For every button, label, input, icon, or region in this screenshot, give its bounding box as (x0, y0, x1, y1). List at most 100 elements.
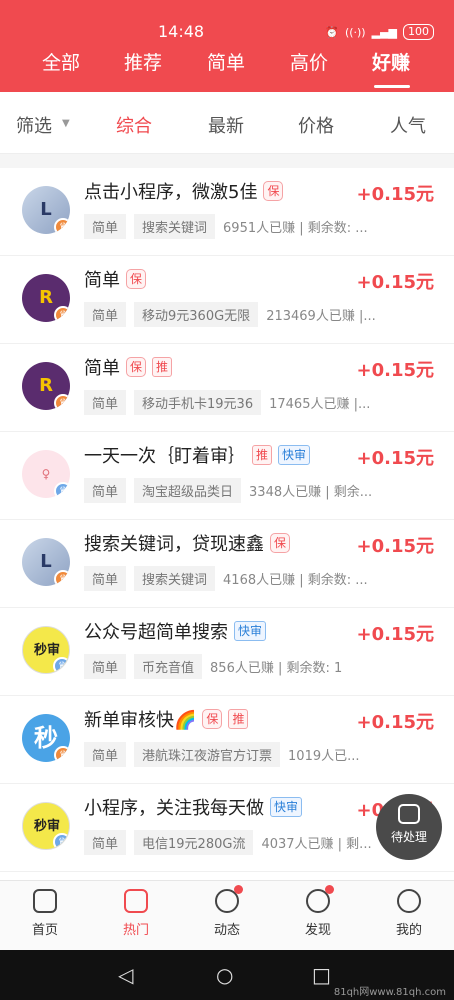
compass-icon (306, 885, 334, 913)
guarantee-badge: 保 (126, 357, 147, 377)
broadcast-icon (215, 885, 243, 913)
keyword-tag: 电信19元280G流 (134, 830, 254, 855)
recommend-badge: 推 (152, 357, 173, 377)
task-title: 简单 (84, 270, 120, 291)
recommend-badge: 推 (228, 709, 249, 729)
nav-hot[interactable]: 热门 (106, 889, 166, 938)
tab-high-price[interactable]: 高价 (290, 48, 328, 75)
task-title: 新单审核快🌈 (84, 710, 197, 731)
crown-icon: ♛ (54, 306, 70, 322)
sort-comprehensive[interactable]: 综合 (116, 112, 152, 138)
sort-popular[interactable]: 人气 (390, 112, 426, 138)
filter-button[interactable]: 筛选 (16, 112, 52, 138)
task-price: +0.15元 (356, 448, 435, 469)
task-price: +0.15元 (356, 536, 435, 557)
pending-button[interactable]: 待处理 (376, 794, 442, 860)
home-circle-icon[interactable]: ○ (216, 963, 233, 987)
task-price: +0.15元 (356, 184, 435, 205)
nav-home[interactable]: 首页 (15, 889, 75, 938)
avatar: R ♛ (22, 362, 70, 410)
task-price: +0.15元 (356, 360, 435, 381)
task-title: 简单 (84, 358, 120, 379)
caret-down-icon: ▼ (62, 118, 70, 129)
keyword-tag: 搜索关键词 (134, 566, 216, 591)
battery-indicator: 100 (403, 24, 434, 40)
task-meta: 6951人已赚 | 剩余数: ... (223, 221, 368, 236)
sort-price[interactable]: 价格 (298, 112, 334, 138)
pending-label: 待处理 (390, 830, 427, 844)
keyword-tag: 移动手机卡19元36 (134, 390, 262, 415)
task-title: 小程序，关注我每天做 (84, 798, 264, 819)
category-tag: 简单 (84, 742, 127, 767)
quick-review-badge: 快审 (270, 797, 303, 817)
tab-recommend[interactable]: 推荐 (124, 48, 162, 75)
avatar: L ♛ (22, 538, 70, 586)
back-icon[interactable]: ◁ (118, 963, 133, 987)
pending-icon (398, 804, 420, 824)
task-price: +0.15元 (356, 712, 435, 733)
avatar: R ♛ (22, 274, 70, 322)
keyword-tag: 移动9元360G无限 (134, 302, 259, 327)
home-icon (33, 889, 57, 913)
nav-dynamic[interactable]: 动态 (197, 885, 257, 938)
app-header: 14:48 ⏰ ((·)) ▂▄▆ 100 全部 推荐 简单 高价 好赚 (0, 0, 454, 92)
task-meta: 3348人已赚 | 剩余... (249, 485, 373, 500)
tab-all[interactable]: 全部 (42, 48, 80, 75)
alarm-icon: ⏰ (325, 25, 339, 39)
category-tag: 简单 (84, 390, 127, 415)
crown-icon: ♛ (54, 218, 70, 234)
keyword-tag: 淘宝超级品类日 (134, 478, 242, 503)
crown-icon: ♛ (54, 394, 70, 410)
category-tag: 简单 (84, 302, 127, 327)
status-time: 14:48 (158, 22, 205, 41)
avatar: 秒审 ♛ (22, 626, 70, 674)
category-tag: 简单 (84, 654, 127, 679)
task-item[interactable]: L ♛ 点击小程序，微激5佳保 +0.15元 简单 搜索关键词 6951人已赚 | 剩… (0, 168, 454, 256)
recommend-badge: 推 (252, 445, 273, 465)
crown-icon: ♛ (54, 482, 70, 498)
nav-profile[interactable]: 我的 (379, 889, 439, 938)
keyword-tag: 币充音值 (134, 654, 203, 679)
task-item[interactable]: R ♛ 简单保 +0.15元 简单 移动9元360G无限 213469人已赚 |... (0, 256, 454, 344)
recents-icon[interactable]: □ (312, 963, 331, 987)
keyword-tag: 搜索关键词 (134, 214, 216, 239)
crown-icon: ♛ (53, 657, 69, 673)
task-title: 搜索关键词，贷现速鑫 (84, 534, 264, 555)
quick-review-badge: 快审 (234, 621, 267, 641)
category-tag: 简单 (84, 566, 127, 591)
avatar: ♀ ♛ (22, 450, 70, 498)
avatar: 秒审 ♛ (22, 802, 70, 850)
tab-easy-earn[interactable]: 好赚 (372, 48, 410, 75)
signal-icon: ▂▄▆ (371, 25, 397, 39)
sort-latest[interactable]: 最新 (208, 112, 244, 138)
task-meta: 4168人已赚 | 剩余数: ... (223, 573, 368, 588)
category-tag: 简单 (84, 214, 127, 239)
wifi-icon: ((·)) (344, 25, 366, 39)
filter-bar: 筛选 ▼ 综合 最新 价格 人气 (0, 92, 454, 154)
task-title: 公众号超简单搜索 (84, 622, 228, 643)
avatar: L ♛ (22, 186, 70, 234)
crown-icon: ♛ (54, 570, 70, 586)
task-meta: 1019人已... (288, 749, 360, 764)
task-meta: 17465人已赚 |... (269, 397, 371, 412)
task-item[interactable]: 秒 ♛ 新单审核快🌈 保推 +0.15元 简单 港航珠江夜游官方订票 1019人已... (0, 696, 454, 784)
crown-icon: ♛ (54, 746, 70, 762)
bottom-nav: 首页 热门 动态 发现 我的 (0, 880, 454, 950)
task-item[interactable]: L ♛ 搜索关键词，贷现速鑫保 +0.15元 简单 搜索关键词 4168人已赚 | 剩… (0, 520, 454, 608)
guarantee-badge: 保 (202, 709, 223, 729)
status-icons: ⏰ ((·)) ▂▄▆ 100 (325, 24, 434, 40)
profile-icon (397, 889, 421, 913)
task-item[interactable]: R ♛ 简单保推 +0.15元 简单 移动手机卡19元36 17465人已赚 |... (0, 344, 454, 432)
nav-discover[interactable]: 发现 (288, 885, 348, 938)
task-price: +0.15元 (356, 624, 435, 645)
task-meta: 213469人已赚 |... (266, 309, 376, 324)
keyword-tag: 港航珠江夜游官方订票 (134, 742, 281, 767)
guarantee-badge: 保 (263, 181, 284, 201)
tab-simple[interactable]: 简单 (207, 48, 245, 75)
task-title: 点击小程序，微激5佳 (84, 182, 258, 203)
task-item[interactable]: 秒审 ♛ 公众号超简单搜索 快审 +0.15元 简单 币充音值 856人已赚 | 剩余数… (0, 608, 454, 696)
task-title: 一天一次｛盯着审｝ (84, 446, 246, 467)
guarantee-badge: 保 (270, 533, 291, 553)
active-tab-indicator (374, 85, 410, 88)
task-item[interactable]: ♀ ♛ 一天一次｛盯着审｝ 推快审 +0.15元 简单 淘宝超级品类日 3348人已赚 … (0, 432, 454, 520)
